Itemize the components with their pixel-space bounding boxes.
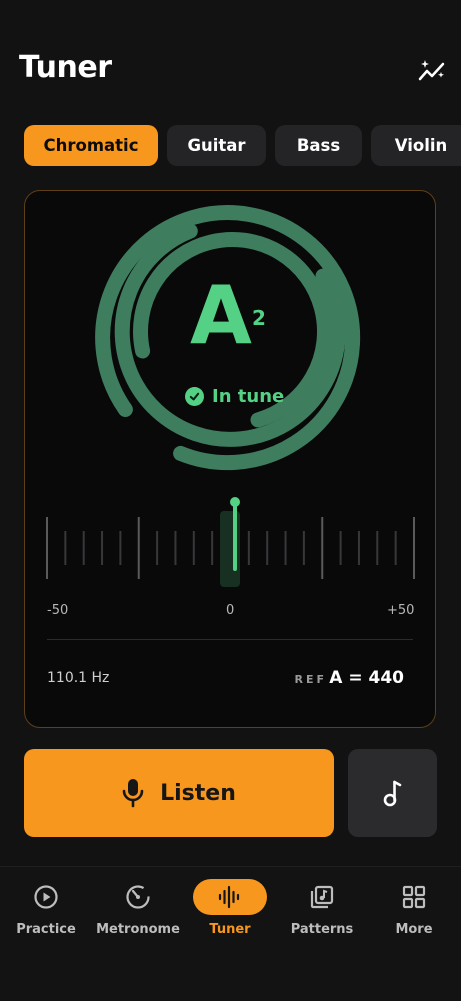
play-circle-icon — [9, 879, 83, 915]
reference-note-button[interactable] — [348, 749, 437, 837]
listen-button[interactable]: Listen — [24, 749, 334, 837]
mode-chip-guitar[interactable]: Guitar — [167, 125, 266, 166]
nav-item-more[interactable]: More — [368, 879, 460, 937]
music-note-icon — [383, 780, 401, 807]
scale-mid-label: 0 — [226, 603, 235, 618]
listen-label: Listen — [160, 780, 236, 806]
nav-label-more: More — [395, 922, 433, 937]
nav-item-patterns[interactable]: Patterns — [276, 879, 368, 937]
tune-status: In tune — [185, 386, 284, 407]
frequency-readout: 110.1 Hz — [47, 670, 110, 686]
nav-label-tuner: Tuner — [209, 922, 251, 937]
nav-label-patterns: Patterns — [290, 922, 354, 937]
divider — [47, 639, 413, 640]
scale-max-label: +50 — [387, 603, 415, 618]
ref-label: REF — [294, 673, 327, 686]
scale-min-label: -50 — [47, 603, 69, 618]
mode-chip-violin[interactable]: Violin — [371, 125, 461, 166]
music-library-icon — [285, 879, 359, 915]
metronome-icon — [101, 879, 175, 915]
waveform-icon — [193, 879, 267, 915]
detected-octave: 2 — [252, 306, 266, 330]
nav-label-practice: Practice — [16, 922, 76, 937]
detected-note: A — [190, 269, 252, 362]
mode-chip-bass[interactable]: Bass — [275, 125, 362, 166]
microphone-icon — [122, 779, 144, 808]
page-title: Tuner — [19, 50, 112, 85]
needle-dot — [230, 497, 240, 507]
nav-label-metronome: Metronome — [96, 922, 180, 937]
nav-item-practice[interactable]: Practice — [0, 879, 92, 937]
check-circle-icon — [185, 387, 204, 406]
grid-icon — [377, 879, 451, 915]
sparkle-chart-icon[interactable] — [417, 58, 447, 84]
tune-status-label: In tune — [212, 386, 285, 407]
bottom-nav: Practice Metronome Tuner Patterns More — [0, 866, 461, 1001]
nav-item-metronome[interactable]: Metronome — [92, 879, 184, 937]
mode-selector: Chromatic Guitar Bass Violin — [24, 125, 461, 167]
nav-item-tuner[interactable]: Tuner — [184, 879, 276, 937]
ref-pitch[interactable]: A = 440 — [329, 668, 404, 688]
mode-chip-chromatic[interactable]: Chromatic — [24, 125, 158, 166]
tuner-card: A 2 In tune -50 0 +50 110.1 Hz REF A = 4… — [24, 190, 436, 728]
